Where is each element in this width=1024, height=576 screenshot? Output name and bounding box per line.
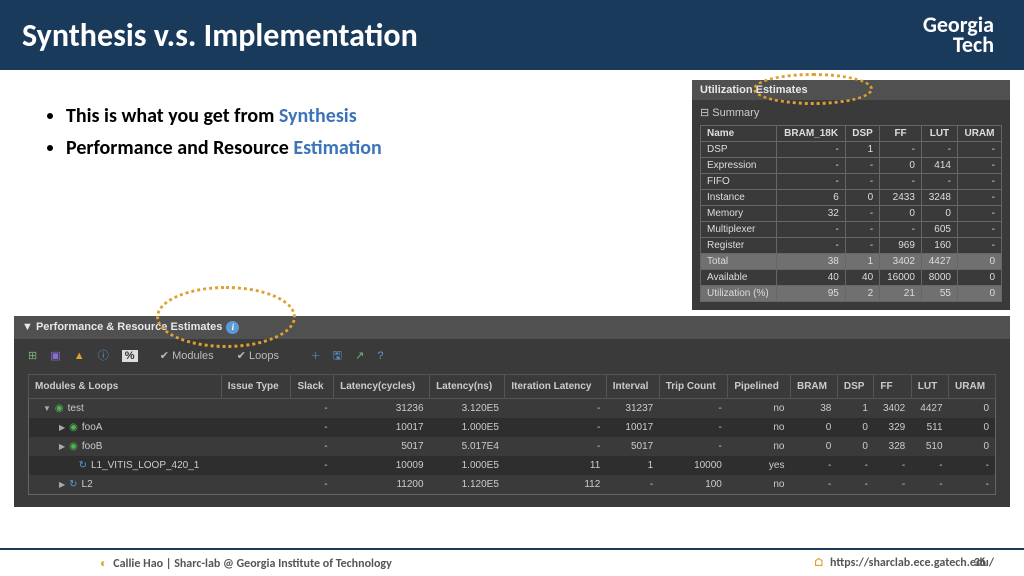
- perf-col: Latency(ns): [430, 375, 505, 399]
- performance-header[interactable]: ▼ Performance & Resource Estimatesi: [14, 316, 1010, 339]
- loops-check[interactable]: ✔ Loops: [237, 350, 289, 362]
- footer-author: Callie Hao | Sharc-lab @ Georgia Institu…: [100, 556, 392, 571]
- summary-label[interactable]: ⊟ Summary: [692, 100, 1010, 125]
- perf-col: LUT: [911, 375, 948, 399]
- perf-toolbar: ⊞ ▣ ▲ ⓘ % ✔ Modules ✔ Loops 🞢 🖫 ↗ ?: [14, 339, 1010, 374]
- tree-icon[interactable]: ⊞: [28, 350, 37, 362]
- util-col: BRAM_18K: [777, 126, 845, 142]
- table-row[interactable]: ↻L1_VITIS_LOOP_420_1-100091.000E51111000…: [29, 456, 996, 475]
- perf-col: FF: [874, 375, 911, 399]
- util-col: DSP: [845, 126, 879, 142]
- performance-panel: ▼ Performance & Resource Estimatesi ⊞ ▣ …: [14, 316, 1010, 507]
- warn-icon[interactable]: ▲: [74, 350, 85, 362]
- page-number: 36: [974, 556, 986, 570]
- perf-col: Modules & Loops: [29, 375, 222, 399]
- perf-col: Latency(cycles): [334, 375, 430, 399]
- table-row[interactable]: ▶◉fooA-100171.000E5-10017-no003295110: [29, 418, 996, 437]
- perf-col: URAM: [949, 375, 996, 399]
- perf-col: Pipelined: [728, 375, 791, 399]
- info-icon[interactable]: i: [226, 321, 239, 334]
- help-icon[interactable]: ?: [377, 350, 383, 362]
- util-col: URAM: [957, 126, 1001, 142]
- modules-check[interactable]: ✔ Modules: [160, 350, 224, 362]
- add-icon[interactable]: 🞢: [311, 350, 319, 362]
- slide-header: Synthesis v.s. Implementation Georgia Te…: [0, 0, 1024, 70]
- performance-table: Modules & LoopsIssue TypeSlackLatency(cy…: [28, 374, 996, 495]
- georgia-tech-logo: Georgia Tech: [923, 15, 994, 55]
- util-col: LUT: [921, 126, 957, 142]
- percent-icon[interactable]: %: [122, 350, 138, 362]
- slide-footer: Callie Hao | Sharc-lab @ Georgia Institu…: [0, 548, 1024, 576]
- util-header-row: NameBRAM_18KDSPFFLUTURAM: [701, 126, 1002, 142]
- perf-col: Interval: [606, 375, 659, 399]
- save-icon[interactable]: 🖫: [333, 350, 342, 362]
- utilization-panel: Utilization Estimates ⊟ Summary NameBRAM…: [692, 80, 1010, 310]
- export-icon[interactable]: ↗: [355, 350, 364, 362]
- perf-col: DSP: [837, 375, 874, 399]
- table-row[interactable]: ▶◉fooB-50175.017E4-5017-no003285100: [29, 437, 996, 456]
- util-col: Name: [701, 126, 777, 142]
- table-row[interactable]: ▶↻L2-112001.120E5112-100no-----: [29, 475, 996, 495]
- perf-col: Iteration Latency: [505, 375, 606, 399]
- perf-col: BRAM: [790, 375, 837, 399]
- util-col: FF: [880, 126, 922, 142]
- utilization-table: NameBRAM_18KDSPFFLUTURAM DSP-1---Express…: [700, 125, 1002, 302]
- info2-icon[interactable]: ⓘ: [98, 350, 109, 362]
- footer-url: https://sharclab.ece.gatech.edu/: [813, 556, 994, 570]
- perf-col: Trip Count: [659, 375, 728, 399]
- synthesis-em: Synthesis: [279, 104, 357, 128]
- utilization-header: Utilization Estimates: [692, 80, 1010, 100]
- slide-title: Synthesis v.s. Implementation: [22, 16, 418, 55]
- table-row[interactable]: ▼◉test-312363.120E5-31237-no381340244270: [29, 399, 996, 419]
- estimation-em: Estimation: [293, 136, 381, 160]
- block-icon[interactable]: ▣: [50, 350, 60, 362]
- perf-col: Slack: [291, 375, 334, 399]
- perf-col: Issue Type: [221, 375, 291, 399]
